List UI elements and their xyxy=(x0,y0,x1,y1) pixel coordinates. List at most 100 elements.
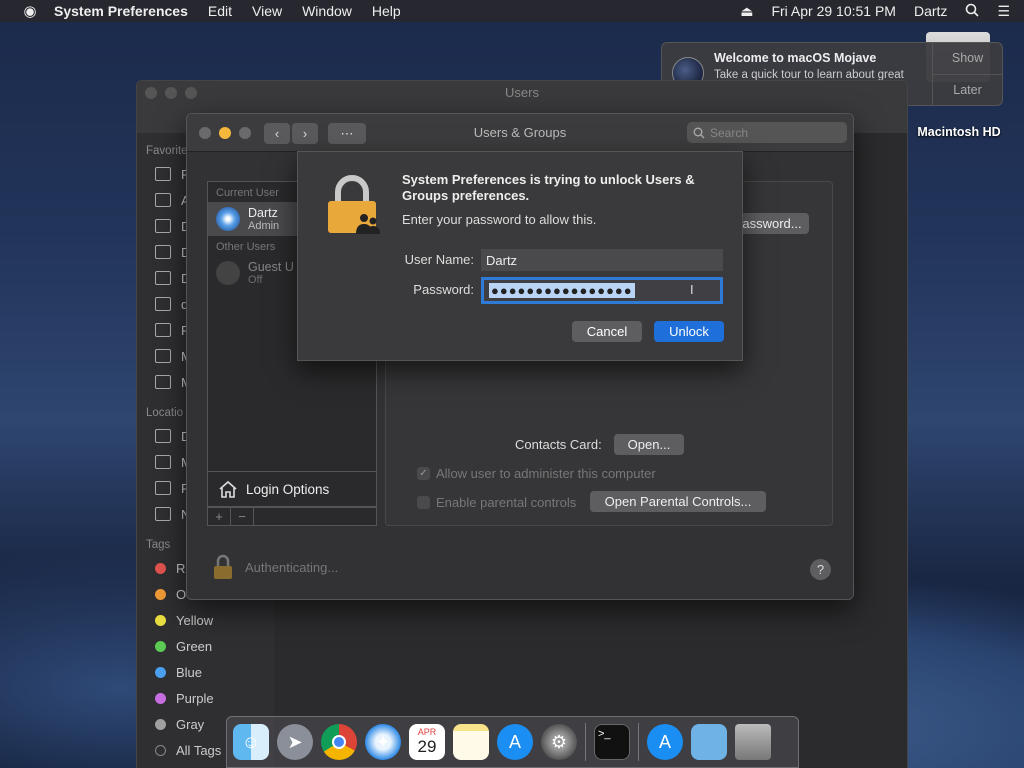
ug-toolbar: ‹ › ⋯ Users & Groups Search xyxy=(187,114,853,152)
dock-separator xyxy=(585,723,586,761)
padlock-icon xyxy=(326,174,382,239)
parental-controls-checkbox[interactable]: Enable parental controls xyxy=(417,495,576,510)
search-icon[interactable] xyxy=(965,3,980,20)
tag-color-dot xyxy=(155,692,166,704)
finder-title: Users xyxy=(505,85,539,100)
user-name: Dartz xyxy=(248,205,278,220)
add-user-button[interactable]: + xyxy=(208,508,231,525)
notification-show-button[interactable]: Show xyxy=(933,43,1002,75)
terminal-icon[interactable]: >_ xyxy=(594,724,630,760)
menu-bar: ◉ System Preferences Edit View Window He… xyxy=(0,0,1024,22)
chrome-center xyxy=(332,735,346,749)
tag-color-dot xyxy=(155,640,166,652)
terminal-prompt: >_ xyxy=(598,728,611,740)
computer-icon xyxy=(155,429,171,443)
disk-label[interactable]: Macintosh HD xyxy=(904,125,1014,139)
username-value: Dartz xyxy=(486,252,518,268)
launchpad-icon[interactable]: ➤ xyxy=(277,724,313,760)
network-icon xyxy=(155,507,171,521)
dock-separator xyxy=(638,723,639,761)
tag-item[interactable]: Purple xyxy=(137,685,274,711)
remote-disc-icon xyxy=(155,481,171,495)
trash-icon[interactable] xyxy=(735,724,771,760)
allow-admin-checkbox[interactable]: ✓ Allow user to administer this computer xyxy=(417,466,656,481)
tag-color-dot xyxy=(155,718,166,730)
search-field[interactable]: Search xyxy=(687,122,847,143)
chrome-icon[interactable] xyxy=(321,724,357,760)
login-options-label: Login Options xyxy=(246,481,330,497)
guest-status: Off xyxy=(248,273,263,286)
finder-icon[interactable]: ☺ xyxy=(233,724,269,760)
tag-color-dot xyxy=(155,588,166,600)
documents-icon xyxy=(155,245,171,259)
contacts-card-label: Contacts Card: xyxy=(515,437,602,452)
house-icon xyxy=(219,480,237,498)
snowflake-avatar xyxy=(216,207,240,231)
safari-icon[interactable]: ✦ xyxy=(365,724,401,760)
applications-icon xyxy=(155,193,171,207)
list-icon[interactable]: ☰ xyxy=(997,3,1010,20)
menu-help[interactable]: Help xyxy=(372,3,401,19)
add-remove-bar: + − xyxy=(207,507,377,526)
password-field[interactable]: ●●●●●●●●●●●●●●●● I xyxy=(481,277,723,304)
password-value: ●●●●●●●●●●●●●●●● xyxy=(489,283,635,298)
notification-later-button[interactable]: Later xyxy=(933,75,1002,106)
open-parental-controls-button[interactable]: Open Parental Controls... xyxy=(590,491,766,512)
notification-title: Welcome to macOS Mojave xyxy=(714,51,877,65)
tag-color-dot xyxy=(155,666,166,678)
calendar-month: APR xyxy=(417,727,437,737)
music-icon xyxy=(155,349,171,363)
app-store-icon[interactable]: A xyxy=(497,724,533,760)
eject-icon[interactable]: ⏏ xyxy=(740,3,753,20)
padlock-icon xyxy=(214,554,232,579)
menu-app-name[interactable]: System Preferences xyxy=(54,3,188,19)
open-contacts-button[interactable]: Open... xyxy=(614,434,684,455)
system-preferences-icon[interactable]: ⚙ xyxy=(541,724,577,760)
tag-color-dot xyxy=(155,614,166,626)
tag-item[interactable]: Yellow xyxy=(137,607,274,633)
menu-edit[interactable]: Edit xyxy=(208,3,232,19)
app-store-folder-icon[interactable]: A xyxy=(647,724,683,760)
password-label: Password: xyxy=(413,282,474,297)
cancel-button[interactable]: Cancel xyxy=(572,321,642,342)
remove-user-button[interactable]: − xyxy=(231,508,254,525)
tag-item[interactable]: Blue xyxy=(137,659,274,685)
user-role: Admin xyxy=(248,219,280,232)
change-password-button[interactable]: assword... xyxy=(735,213,809,234)
dock: ☺ ➤ ✦ APR 29 A ⚙ >_ A xyxy=(226,716,799,768)
checkmark-icon: ✓ xyxy=(417,467,430,480)
checkbox-box xyxy=(417,496,430,509)
tag-color-dot xyxy=(155,562,166,574)
login-options[interactable]: Login Options xyxy=(207,471,377,507)
apple-menu-icon[interactable]: ◉ xyxy=(20,2,40,20)
text-cursor-icon: I xyxy=(690,282,694,297)
menu-clock[interactable]: Fri Apr 29 10:51 PM xyxy=(771,3,896,19)
allow-admin-label: Allow user to administer this computer xyxy=(436,466,656,481)
parental-controls-label: Enable parental controls xyxy=(436,495,577,510)
downloads-icon xyxy=(155,271,171,285)
guest-avatar xyxy=(216,261,240,285)
calendar-day: 29 xyxy=(417,737,437,756)
menu-user[interactable]: Dartz xyxy=(914,3,947,19)
disk-icon xyxy=(155,455,171,469)
notes-icon[interactable] xyxy=(453,724,489,760)
calendar-icon[interactable]: APR 29 xyxy=(409,724,445,760)
auth-subtext: Enter your password to allow this. xyxy=(402,212,597,227)
desktop-icon xyxy=(155,219,171,233)
movies-icon xyxy=(155,375,171,389)
all-tags-icon xyxy=(155,744,166,756)
tag-item[interactable]: Green xyxy=(137,633,274,659)
unlock-button[interactable]: Unlock xyxy=(654,321,724,342)
auth-dialog: System Preferences is trying to unlock U… xyxy=(297,151,743,361)
username-field[interactable]: Dartz xyxy=(481,249,723,271)
menu-window[interactable]: Window xyxy=(302,3,352,19)
help-button[interactable]: ? xyxy=(810,559,831,580)
search-icon xyxy=(693,127,705,138)
auth-message: System Preferences is trying to unlock U… xyxy=(402,172,695,203)
folder-icon[interactable] xyxy=(691,724,727,760)
search-placeholder: Search xyxy=(710,125,749,140)
menu-view[interactable]: View xyxy=(252,3,282,19)
home-icon xyxy=(155,297,171,311)
lock-status[interactable]: Authenticating... xyxy=(213,554,338,580)
pictures-icon xyxy=(155,323,171,337)
